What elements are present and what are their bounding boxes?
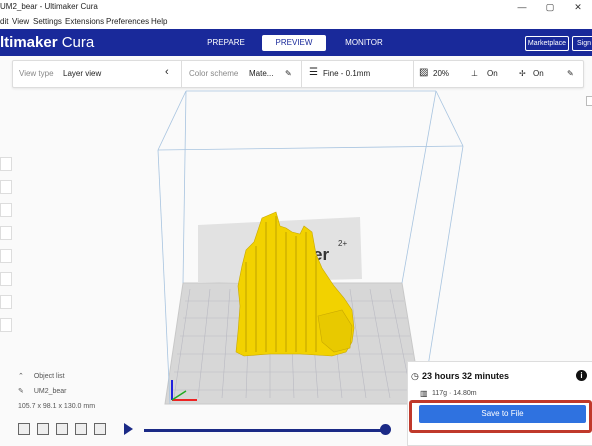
tab-monitor[interactable]: MONITOR (332, 35, 396, 51)
color-scheme-select[interactable]: Mate... (249, 69, 273, 78)
menu-edit[interactable]: dit (0, 17, 8, 26)
left-view-icon[interactable] (75, 423, 87, 435)
menu-settings[interactable]: Settings (33, 17, 62, 26)
profile-icon: ☰ (309, 67, 318, 78)
tab-preview[interactable]: PREVIEW (262, 35, 326, 51)
marketplace-button[interactable]: Marketplace (525, 36, 569, 51)
object-list-item[interactable]: ✎ UM2_bear (18, 387, 158, 397)
pencil-icon[interactable]: ✎ (285, 69, 292, 78)
divider (301, 61, 302, 87)
object-list-header[interactable]: ⌃ Object list (18, 372, 158, 382)
view-type-select[interactable]: Layer view (63, 69, 101, 78)
support-value[interactable]: On (487, 69, 498, 78)
per-model-settings-button[interactable] (0, 249, 12, 263)
menu-help[interactable]: Help (151, 17, 167, 26)
pencil-icon[interactable]: ✎ (567, 69, 574, 78)
layer-slider-track[interactable] (144, 429, 386, 432)
support-blocker-button[interactable] (0, 272, 12, 286)
layer-playback-bar (124, 423, 392, 437)
adhesion-value[interactable]: On (533, 69, 544, 78)
app-header: ltimaker Cura PREPARE PREVIEW MONITOR Ma… (0, 29, 592, 56)
info-icon[interactable]: i (576, 370, 587, 381)
adhesion-icon: ✢ (519, 69, 526, 78)
chevron-up-icon: ⌃ (18, 373, 24, 380)
menu-bar: dit View Settings Extensions Preferences… (0, 15, 592, 29)
callout-highlight-box (409, 400, 592, 433)
clock-icon: ◷ (411, 371, 419, 381)
menu-preferences[interactable]: Preferences (106, 17, 149, 26)
brand-name: ltimaker (0, 34, 58, 51)
3d-view-icon[interactable] (18, 423, 30, 435)
window-title: UM2_bear - Ultimaker Cura (0, 2, 98, 11)
color-scheme-label: Color scheme (189, 69, 239, 78)
minimize-button[interactable]: — (512, 0, 532, 15)
window-titlebar: UM2_bear - Ultimaker Cura — ▢ ✕ (0, 0, 592, 15)
tab-prepare[interactable]: PREPARE (194, 35, 258, 51)
menu-view[interactable]: View (12, 17, 29, 26)
tool-button[interactable] (0, 318, 12, 332)
front-view-icon[interactable] (37, 423, 49, 435)
chevron-left-icon[interactable]: ‹ (165, 66, 169, 78)
object-list-panel: ⌃ Object list ✎ UM2_bear 105.7 x 98.1 x … (18, 372, 158, 417)
sign-in-button[interactable]: Sign (572, 36, 592, 51)
divider (181, 61, 182, 87)
print-time: 23 hours 32 minutes (422, 371, 510, 381)
brand-product: Cura (61, 34, 95, 51)
pencil-icon: ✎ (18, 388, 24, 395)
view-type-label: View type (19, 69, 54, 78)
material-spool-icon: ▥ (420, 389, 428, 398)
rotate-tool-button[interactable] (0, 203, 12, 217)
menu-extensions[interactable]: Extensions (65, 17, 104, 26)
view-options-panel: View type Layer view ‹ Color scheme Mate… (12, 60, 584, 88)
move-tool-button[interactable] (0, 157, 12, 171)
object-dimensions: 105.7 x 98.1 x 130.0 mm (18, 403, 96, 410)
profile-select[interactable]: Fine - 0.1mm (323, 69, 370, 78)
printer-logo-suffix: 2+ (338, 239, 347, 248)
support-icon: ⊥ (471, 69, 478, 78)
object-list-title: Object list (33, 373, 65, 380)
panel-toggle[interactable] (586, 96, 592, 106)
material-usage: 117g · 14.80m (432, 390, 477, 397)
object-name: UM2_bear (33, 388, 67, 395)
mirror-tool-button[interactable] (0, 226, 12, 240)
right-view-icon[interactable] (94, 423, 106, 435)
infill-value[interactable]: 20% (433, 69, 449, 78)
layer-slider-handle[interactable] (380, 424, 391, 435)
divider (413, 61, 414, 87)
brand-logo: ltimaker Cura (0, 34, 94, 51)
top-view-icon[interactable] (56, 423, 68, 435)
close-button[interactable]: ✕ (568, 0, 588, 15)
infill-icon: ▨ (419, 67, 429, 78)
maximize-button[interactable]: ▢ (540, 0, 560, 15)
scale-tool-button[interactable] (0, 180, 12, 194)
play-icon[interactable] (124, 423, 133, 435)
tool-button[interactable] (0, 295, 12, 309)
